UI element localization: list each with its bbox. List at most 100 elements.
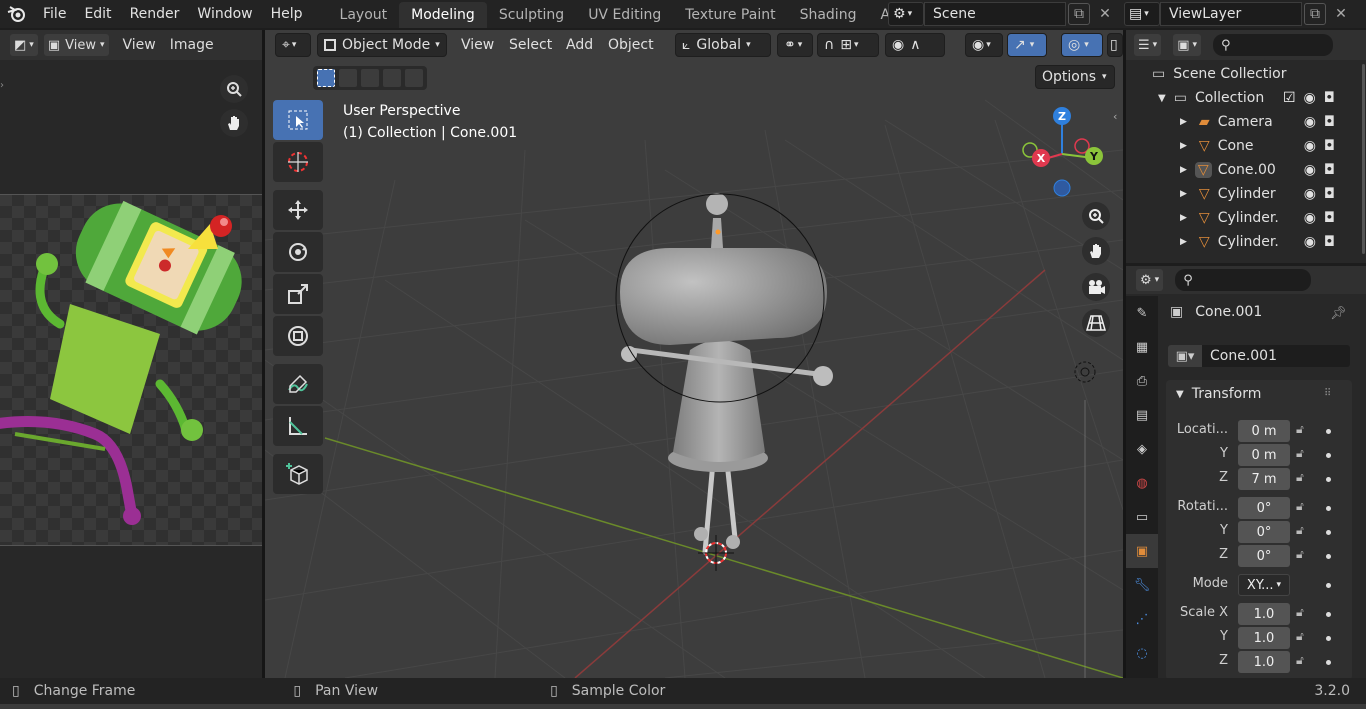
drag-handle-icon[interactable]: ⠿ bbox=[1324, 388, 1331, 399]
scene-tab-icon[interactable]: ◈ bbox=[1126, 432, 1158, 466]
hand-pan-icon[interactable] bbox=[220, 109, 248, 137]
eye-icon[interactable]: ◉ bbox=[1304, 186, 1316, 202]
zoom-icon[interactable] bbox=[1082, 202, 1110, 230]
menu-object[interactable]: Object bbox=[608, 33, 654, 57]
rotation-x-field[interactable]: 0° bbox=[1238, 497, 1290, 519]
outliner-scrollbar[interactable] bbox=[1362, 64, 1365, 254]
snapping-toggle[interactable]: ∩ ⊞ ▾ bbox=[817, 33, 879, 57]
render-tab-icon[interactable]: ▦ bbox=[1126, 330, 1158, 364]
select-invert-icon[interactable] bbox=[383, 69, 401, 87]
tab-modeling[interactable]: Modeling bbox=[399, 2, 487, 28]
3d-viewport[interactable]: ⌖ ▾ Object Mode ▾ View Select Add Object … bbox=[265, 30, 1123, 678]
camera-render-icon[interactable]: ◘ bbox=[1324, 210, 1335, 226]
menu-window[interactable]: Window bbox=[188, 0, 261, 28]
pivot-point-dropdown[interactable]: ⚭ ▾ bbox=[777, 33, 813, 57]
scale-tool[interactable] bbox=[273, 274, 323, 314]
world-tab-icon[interactable]: ◍ bbox=[1126, 466, 1158, 500]
outliner-item-cylinder-002[interactable]: ▶ ▽ Cylinder. ◉ ◘ bbox=[1126, 230, 1366, 254]
keyframe-dot-icon[interactable] bbox=[1326, 612, 1331, 617]
options-dropdown[interactable]: Options ▾ bbox=[1035, 65, 1115, 89]
location-y-field[interactable]: 0 m bbox=[1238, 444, 1290, 466]
menu-help[interactable]: Help bbox=[262, 0, 312, 28]
new-scene-icon[interactable]: ⧉ bbox=[1068, 3, 1090, 25]
move-tool[interactable] bbox=[273, 190, 323, 230]
close-view-layer-icon[interactable]: ✕ bbox=[1330, 3, 1352, 25]
lock-icon[interactable]: 🔓︎ bbox=[1296, 653, 1304, 668]
gizmo-y-axis[interactable]: Y bbox=[1085, 147, 1103, 165]
outliner-item-cylinder-001[interactable]: ▶ ▽ Cylinder. ◉ ◘ bbox=[1126, 206, 1366, 230]
scene-type-dropdown[interactable]: ⚙ ▾ bbox=[888, 2, 924, 26]
select-new-icon[interactable] bbox=[317, 69, 335, 87]
sidebar-toggle-icon[interactable]: ‹ bbox=[1113, 110, 1117, 123]
overlays-toggle[interactable]: ◎ ▾ bbox=[1061, 33, 1103, 57]
annotate-tool[interactable] bbox=[273, 364, 323, 404]
lock-icon[interactable]: 🔓︎ bbox=[1296, 422, 1304, 437]
keyframe-dot-icon[interactable] bbox=[1326, 530, 1331, 535]
xray-toggle[interactable]: ▯ bbox=[1107, 33, 1123, 57]
menu-render[interactable]: Render bbox=[121, 0, 189, 28]
object-datablock-field[interactable]: ▣▾ Cone.001 bbox=[1168, 345, 1350, 367]
menu-add[interactable]: Add bbox=[566, 33, 593, 57]
scene-name-field[interactable]: Scene bbox=[924, 2, 1066, 26]
collection-row[interactable]: ▼ ▭ Collection ☑ ◉ ◘ bbox=[1126, 86, 1366, 110]
zoom-icon[interactable] bbox=[220, 75, 248, 103]
display-mode-dropdown[interactable]: ▣ ▾ bbox=[1173, 34, 1202, 56]
menu-image[interactable]: Image bbox=[170, 37, 214, 53]
camera-render-icon[interactable]: ◘ bbox=[1324, 162, 1335, 178]
keyframe-dot-icon[interactable] bbox=[1326, 453, 1331, 458]
proportional-editing-toggle[interactable]: ◉ ∧ bbox=[885, 33, 945, 57]
eye-icon[interactable]: ◉ bbox=[1304, 162, 1316, 178]
rotation-z-field[interactable]: 0° bbox=[1238, 545, 1290, 567]
pin-icon[interactable]: 📌︎ bbox=[1330, 306, 1347, 321]
object-tab-icon[interactable]: ▣ bbox=[1126, 534, 1158, 568]
camera-render-icon[interactable]: ◘ bbox=[1324, 114, 1335, 130]
eye-icon[interactable]: ◉ bbox=[1304, 210, 1316, 226]
object-mode-dropdown[interactable]: Object Mode ▾ bbox=[317, 33, 447, 57]
properties-search-input[interactable]: ⚲ bbox=[1175, 269, 1312, 291]
editor-type-button[interactable]: ☰ ▾ bbox=[1134, 34, 1162, 56]
select-subtract-icon[interactable] bbox=[361, 69, 379, 87]
expand-arrow-icon[interactable]: ▶ bbox=[1180, 141, 1187, 151]
camera-render-icon[interactable]: ◘ bbox=[1324, 90, 1335, 106]
eye-icon[interactable]: ◉ bbox=[1304, 90, 1316, 106]
keyframe-dot-icon[interactable] bbox=[1326, 554, 1331, 559]
outliner-search-input[interactable]: ⚲ bbox=[1213, 34, 1334, 56]
expand-arrow-icon[interactable]: ▶ bbox=[1180, 165, 1187, 175]
select-intersect-icon[interactable] bbox=[405, 69, 423, 87]
tab-shading[interactable]: Shading bbox=[788, 2, 869, 28]
visibility-dropdown[interactable]: ◉ ▾ bbox=[965, 33, 1003, 57]
keyframe-dot-icon[interactable] bbox=[1326, 660, 1331, 665]
perspective-toggle-icon[interactable] bbox=[1082, 309, 1110, 337]
checkbox-icon[interactable]: ☑ bbox=[1283, 90, 1296, 106]
expand-arrow-icon[interactable]: ▶ bbox=[1180, 117, 1187, 127]
image-canvas[interactable] bbox=[0, 194, 262, 546]
chevron-down-icon[interactable]: ▼ bbox=[1158, 93, 1166, 104]
view-layer-type-dropdown[interactable]: ▤ ▾ bbox=[1124, 2, 1160, 26]
outliner-item-camera[interactable]: ▶ ▰ Camera ◉ ◘ bbox=[1126, 110, 1366, 134]
hand-pan-icon[interactable] bbox=[1082, 237, 1110, 265]
scene-collection-row[interactable]: ▭ Scene Collectior bbox=[1126, 62, 1366, 86]
expand-arrow-icon[interactable]: ▶ bbox=[1180, 189, 1187, 199]
menu-edit[interactable]: Edit bbox=[75, 0, 120, 28]
tab-texture-paint[interactable]: Texture Paint bbox=[673, 2, 787, 28]
output-tab-icon[interactable]: ⎙ bbox=[1126, 364, 1158, 398]
blender-logo-icon[interactable] bbox=[0, 0, 34, 28]
transform-tool[interactable] bbox=[273, 316, 323, 356]
transform-panel-header[interactable]: ▼ Transform bbox=[1176, 386, 1261, 402]
scale-z-field[interactable]: 1.0 bbox=[1238, 651, 1290, 673]
tab-layout[interactable]: Layout bbox=[328, 2, 400, 28]
camera-render-icon[interactable]: ◘ bbox=[1324, 138, 1335, 154]
menu-file[interactable]: File bbox=[34, 0, 75, 28]
camera-render-icon[interactable]: ◘ bbox=[1324, 186, 1335, 202]
select-box-tool[interactable] bbox=[273, 100, 323, 140]
navigation-gizmo[interactable]: Z Y X bbox=[1015, 102, 1105, 202]
eye-icon[interactable]: ◉ bbox=[1304, 234, 1316, 250]
outliner-item-cone-001[interactable]: ▶ ▽ Cone.00 ◉ ◘ bbox=[1126, 158, 1366, 182]
gizmo-toggle[interactable]: ↗ ▾ bbox=[1007, 33, 1047, 57]
rotation-mode-dropdown[interactable]: XY... ▾ bbox=[1238, 574, 1290, 596]
add-cube-tool[interactable] bbox=[273, 454, 323, 494]
location-z-field[interactable]: 7 m bbox=[1238, 468, 1290, 490]
close-scene-icon[interactable]: ✕ bbox=[1094, 3, 1116, 25]
tab-uv-editing[interactable]: UV Editing bbox=[576, 2, 673, 28]
lock-icon[interactable]: 🔓︎ bbox=[1296, 470, 1304, 485]
